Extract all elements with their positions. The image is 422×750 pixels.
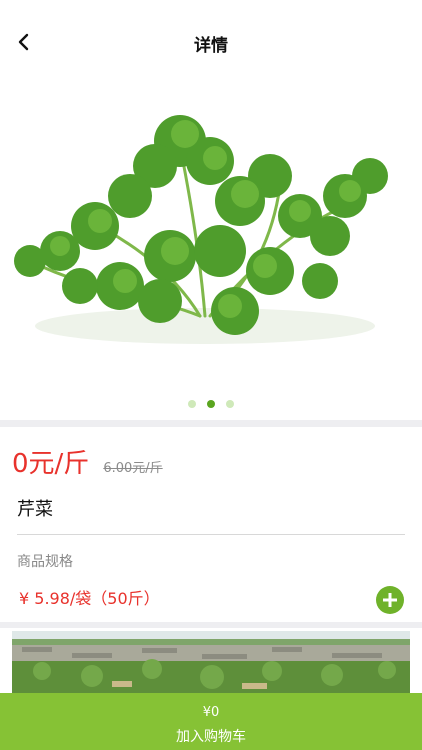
carousel-dot-active[interactable] <box>207 400 215 408</box>
current-price: 0元/斤 <box>12 449 90 479</box>
carousel-indicator <box>0 400 422 408</box>
carousel-dot[interactable] <box>188 400 196 408</box>
price-row: 0元/斤 6.00元/斤 <box>12 443 163 480</box>
plus-circle-icon <box>383 593 397 607</box>
add-quantity-button[interactable] <box>376 586 404 614</box>
product-image-carousel[interactable] <box>0 86 422 420</box>
original-price: 6.00元/斤 <box>103 461 163 476</box>
section-divider <box>0 622 422 628</box>
add-to-cart-label[interactable]: 加入购物车 <box>0 726 422 746</box>
spec-value[interactable]: ¥ 5.98/袋（50斤） <box>19 585 160 609</box>
page-title: 详情 <box>194 36 228 56</box>
cart-total: ¥0 <box>202 705 220 720</box>
spec-label: 商品规格 <box>17 554 73 570</box>
product-name: 芹菜 <box>17 499 53 520</box>
section-divider <box>0 420 422 427</box>
field-wall-photo <box>12 631 410 693</box>
navigation-bar: 详情 <box>0 0 422 86</box>
carousel-dot[interactable] <box>226 400 234 408</box>
detail-image <box>12 631 410 693</box>
divider <box>17 534 405 535</box>
product-image <box>0 86 422 420</box>
